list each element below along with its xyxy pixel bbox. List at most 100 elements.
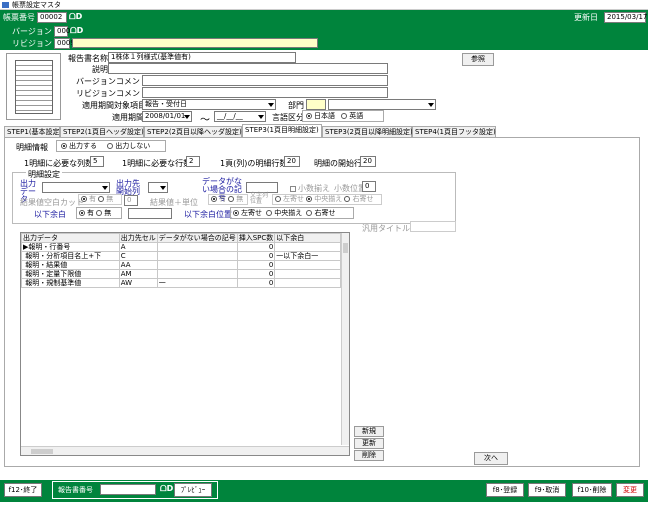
- below-none-radio[interactable]: 無: [96, 209, 111, 217]
- cell-below-blank[interactable]: 一以下余白一: [274, 251, 341, 261]
- cell-output-cell[interactable]: AA: [118, 260, 158, 270]
- grid-horizontal-scrollbar[interactable]: [21, 446, 349, 455]
- version-comment-field[interactable]: [142, 75, 388, 86]
- revision-field[interactable]: 0009: [54, 38, 75, 49]
- version-field[interactable]: 000: [54, 26, 70, 37]
- cell-spc[interactable]: 0: [236, 260, 276, 270]
- unit-has-radio[interactable]: 有: [211, 195, 226, 203]
- table-row[interactable]: 報明・結果値 AA 0: [21, 260, 341, 270]
- cell-output-data[interactable]: 報明・分析項目名上+下: [21, 251, 120, 261]
- tab-step4-first[interactable]: STEP4(1頁目フッタ設定): [412, 126, 496, 137]
- f9-cancel-button[interactable]: f9･取消: [528, 483, 566, 497]
- period-to-select[interactable]: __/__/__: [214, 111, 266, 122]
- perpage-field[interactable]: 20: [284, 156, 300, 167]
- report-no-field[interactable]: [100, 484, 156, 495]
- revision-comment-field[interactable]: [142, 87, 388, 98]
- new-button[interactable]: 新規: [354, 426, 384, 437]
- version-search-icon[interactable]: ᗝᗞ: [70, 26, 83, 36]
- department-code-field[interactable]: [306, 99, 326, 110]
- change-mode-button[interactable]: 変更: [616, 483, 644, 497]
- department-select[interactable]: [328, 99, 436, 110]
- f8-register-button[interactable]: f8･登録: [486, 483, 524, 497]
- update-button[interactable]: 更新: [354, 438, 384, 449]
- cell-below-blank[interactable]: [274, 278, 341, 288]
- align-right-radio[interactable]: 右寄せ: [344, 195, 373, 203]
- tab-step2-next[interactable]: STEP2(2頁目以降ヘッダ設定): [144, 126, 242, 137]
- cell-below-blank[interactable]: [274, 242, 341, 252]
- unit-none-radio[interactable]: 無: [228, 195, 243, 203]
- output-col-select[interactable]: [148, 182, 168, 193]
- form-search-icon[interactable]: ᗝᗞ: [69, 12, 82, 22]
- report-name-field[interactable]: 1株体１列様式(基準値有): [108, 52, 296, 63]
- cell-output-data[interactable]: ▶報明・行番号: [21, 242, 120, 252]
- col-header-output-data[interactable]: 出力データ: [21, 233, 120, 243]
- table-row[interactable]: 報明・分析項目名上+下 C 0 一以下余白一: [21, 251, 341, 261]
- cell-nodata[interactable]: [156, 269, 238, 279]
- table-row[interactable]: 報明・規制基準値 AW 一 0: [21, 278, 341, 288]
- period-from-select[interactable]: 2008/01/01: [142, 111, 192, 122]
- cell-output-cell[interactable]: AM: [118, 269, 158, 279]
- cell-output-cell[interactable]: A: [118, 242, 158, 252]
- output-no-radio[interactable]: 出力しない: [107, 142, 150, 150]
- col-header-spc[interactable]: 挿入SPC数: [236, 233, 276, 243]
- lang-en-radio[interactable]: 英語: [341, 112, 363, 120]
- preview-button[interactable]: ﾌﾟﾚﾋﾞｭｰ: [174, 483, 212, 497]
- decimal-round-check[interactable]: 小数揃え: [290, 183, 330, 194]
- description-field[interactable]: [108, 63, 388, 74]
- align-center-radio[interactable]: 中央揃え: [306, 195, 342, 203]
- cell-spc[interactable]: 0: [236, 242, 276, 252]
- output-data-select[interactable]: [42, 182, 110, 193]
- report-search-icon[interactable]: ᗝᗞ: [160, 484, 173, 494]
- form-no-field[interactable]: 00002: [37, 12, 67, 23]
- tab-step2-first[interactable]: STEP2(1頁目ヘッダ設定): [60, 126, 144, 137]
- lang-ja-radio[interactable]: 日本語: [306, 112, 335, 120]
- h-scrollbar-thumb[interactable]: [31, 449, 53, 454]
- cell-spc[interactable]: 0: [236, 278, 276, 288]
- tab-step1[interactable]: STEP1(基本設定): [4, 126, 62, 137]
- revision-name-field[interactable]: [72, 38, 318, 48]
- cell-output-data[interactable]: 報明・規制基準値: [21, 278, 120, 288]
- cell-nodata[interactable]: 一: [156, 278, 238, 288]
- cell-output-data[interactable]: 報明・結果値: [21, 260, 120, 270]
- cell-nodata[interactable]: [156, 242, 238, 252]
- cell-below-blank[interactable]: [274, 260, 341, 270]
- cell-below-blank[interactable]: [274, 269, 341, 279]
- scrollbar-thumb[interactable]: [343, 243, 348, 253]
- browse-button[interactable]: 参照: [462, 53, 494, 66]
- bp-right-radio[interactable]: 右寄せ: [306, 209, 335, 217]
- cols-field[interactable]: 5: [90, 156, 104, 167]
- tab-step3-next[interactable]: STEP3(2頁目以降明細設定): [322, 126, 413, 137]
- cell-nodata[interactable]: [156, 260, 238, 270]
- period-target-select[interactable]: 報告・受付日: [142, 99, 276, 110]
- general-title-field[interactable]: [410, 221, 456, 232]
- table-row[interactable]: ▶報明・行番号 A 0: [21, 242, 341, 252]
- cell-output-cell[interactable]: AW: [118, 278, 158, 288]
- col-header-below-blank[interactable]: 以下余白: [274, 233, 341, 243]
- below-has-radio[interactable]: 有: [79, 209, 94, 217]
- decimal-pos-field[interactable]: 0: [362, 181, 376, 192]
- cell-nodata[interactable]: [156, 251, 238, 261]
- align-left-radio[interactable]: 左寄せ: [275, 195, 304, 203]
- col-header-output-cell[interactable]: 出力先セル: [118, 233, 158, 243]
- bp-left-radio[interactable]: 左寄せ: [233, 209, 262, 217]
- startrow-field[interactable]: 20: [360, 156, 376, 167]
- rows-field[interactable]: 2: [186, 156, 200, 167]
- grid-vertical-scrollbar[interactable]: [341, 233, 349, 445]
- output-yes-radio[interactable]: 出力する: [61, 142, 97, 150]
- blank-cut-has-radio[interactable]: 有: [81, 195, 96, 203]
- cell-spc[interactable]: 0: [236, 269, 276, 279]
- f10-delete-button[interactable]: f10･削除: [572, 483, 612, 497]
- next-button[interactable]: 次へ: [474, 452, 508, 465]
- tab-step3-first[interactable]: STEP3(1頁目明細設定): [242, 124, 322, 137]
- blank-cut-none-radio[interactable]: 無: [98, 195, 113, 203]
- f12-exit-button[interactable]: f12･終了: [4, 483, 42, 497]
- col-header-nodata[interactable]: データがない場合の記号: [156, 233, 238, 243]
- bp-center-radio[interactable]: 中央揃え: [266, 209, 302, 217]
- cell-output-cell[interactable]: C: [118, 251, 158, 261]
- delete-row-button[interactable]: 削除: [354, 450, 384, 461]
- cell-spc[interactable]: 0: [236, 251, 276, 261]
- table-row[interactable]: 報明・定量下限値 AM 0: [21, 269, 341, 279]
- cell-output-data[interactable]: 報明・定量下限値: [21, 269, 120, 279]
- result-unit-field[interactable]: 0: [124, 195, 138, 206]
- below-blank-text-field[interactable]: [128, 208, 172, 219]
